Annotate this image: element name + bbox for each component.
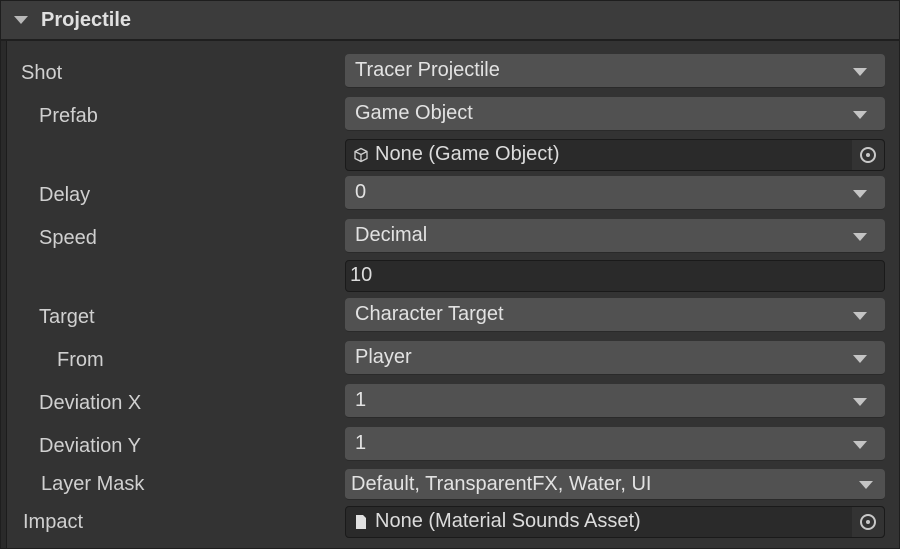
deviation-y-dropdown[interactable]: 1 xyxy=(345,427,885,461)
from-dropdown[interactable]: Player xyxy=(345,341,885,375)
prefab-object-value: None (Game Object) xyxy=(375,143,560,165)
chevron-down-icon xyxy=(853,111,867,119)
speed-dropdown[interactable]: Decimal xyxy=(345,219,885,253)
prefab-value: Game Object xyxy=(355,102,473,124)
prefab-dropdown[interactable]: Game Object xyxy=(345,97,885,131)
delay-value: 0 xyxy=(355,181,367,203)
speed-number-value: 10 xyxy=(350,264,373,286)
chevron-down-icon xyxy=(853,441,867,449)
target-picker-icon xyxy=(860,514,876,530)
chevron-down-icon xyxy=(859,481,873,489)
target-dropdown[interactable]: Character Target xyxy=(345,298,885,332)
chevron-down-icon xyxy=(853,355,867,363)
collapse-triangle-icon[interactable] xyxy=(14,16,28,24)
impact-object-value: None (Material Sounds Asset) xyxy=(375,510,641,532)
deviation-y-label: Deviation Y xyxy=(39,435,141,457)
projectile-panel: Projectile Shot Tracer Projectile Prefab… xyxy=(0,0,900,549)
shot-value: Tracer Projectile xyxy=(355,59,500,81)
chevron-down-icon xyxy=(853,233,867,241)
shot-dropdown[interactable]: Tracer Projectile xyxy=(345,54,885,88)
from-value: Player xyxy=(355,346,412,368)
indent-bar xyxy=(1,41,7,548)
cube-icon xyxy=(354,147,368,163)
shot-label: Shot xyxy=(21,62,63,84)
layer-mask-dropdown[interactable]: Default, TransparentFX, Water, UI xyxy=(345,469,885,500)
delay-label: Delay xyxy=(39,184,91,206)
object-picker-button[interactable] xyxy=(852,507,884,537)
chevron-down-icon xyxy=(853,190,867,198)
deviation-x-dropdown[interactable]: 1 xyxy=(345,384,885,418)
speed-label: Speed xyxy=(39,227,97,249)
target-picker-icon xyxy=(860,147,876,163)
delay-dropdown[interactable]: 0 xyxy=(345,176,885,210)
impact-object-field[interactable]: None (Material Sounds Asset) xyxy=(345,506,885,538)
impact-label: Impact xyxy=(23,511,84,533)
chevron-down-icon xyxy=(853,68,867,76)
prefab-label: Prefab xyxy=(39,105,98,127)
chevron-down-icon xyxy=(853,398,867,406)
target-value: Character Target xyxy=(355,303,504,325)
speed-number-input[interactable]: 10 xyxy=(345,260,885,292)
section-title: Projectile xyxy=(41,9,132,31)
deviation-y-value: 1 xyxy=(355,432,367,454)
prefab-object-field[interactable]: None (Game Object) xyxy=(345,139,885,171)
layer-mask-value: Default, TransparentFX, Water, UI xyxy=(351,473,652,495)
speed-value: Decimal xyxy=(355,224,428,246)
chevron-down-icon xyxy=(853,312,867,320)
deviation-x-value: 1 xyxy=(355,389,367,411)
target-label: Target xyxy=(39,306,95,328)
file-icon xyxy=(356,515,366,529)
layer-mask-label: Layer Mask xyxy=(41,473,145,495)
object-picker-button[interactable] xyxy=(852,140,884,170)
deviation-x-label: Deviation X xyxy=(39,392,142,414)
section-header[interactable]: Projectile xyxy=(1,1,899,41)
from-label: From xyxy=(57,349,104,371)
